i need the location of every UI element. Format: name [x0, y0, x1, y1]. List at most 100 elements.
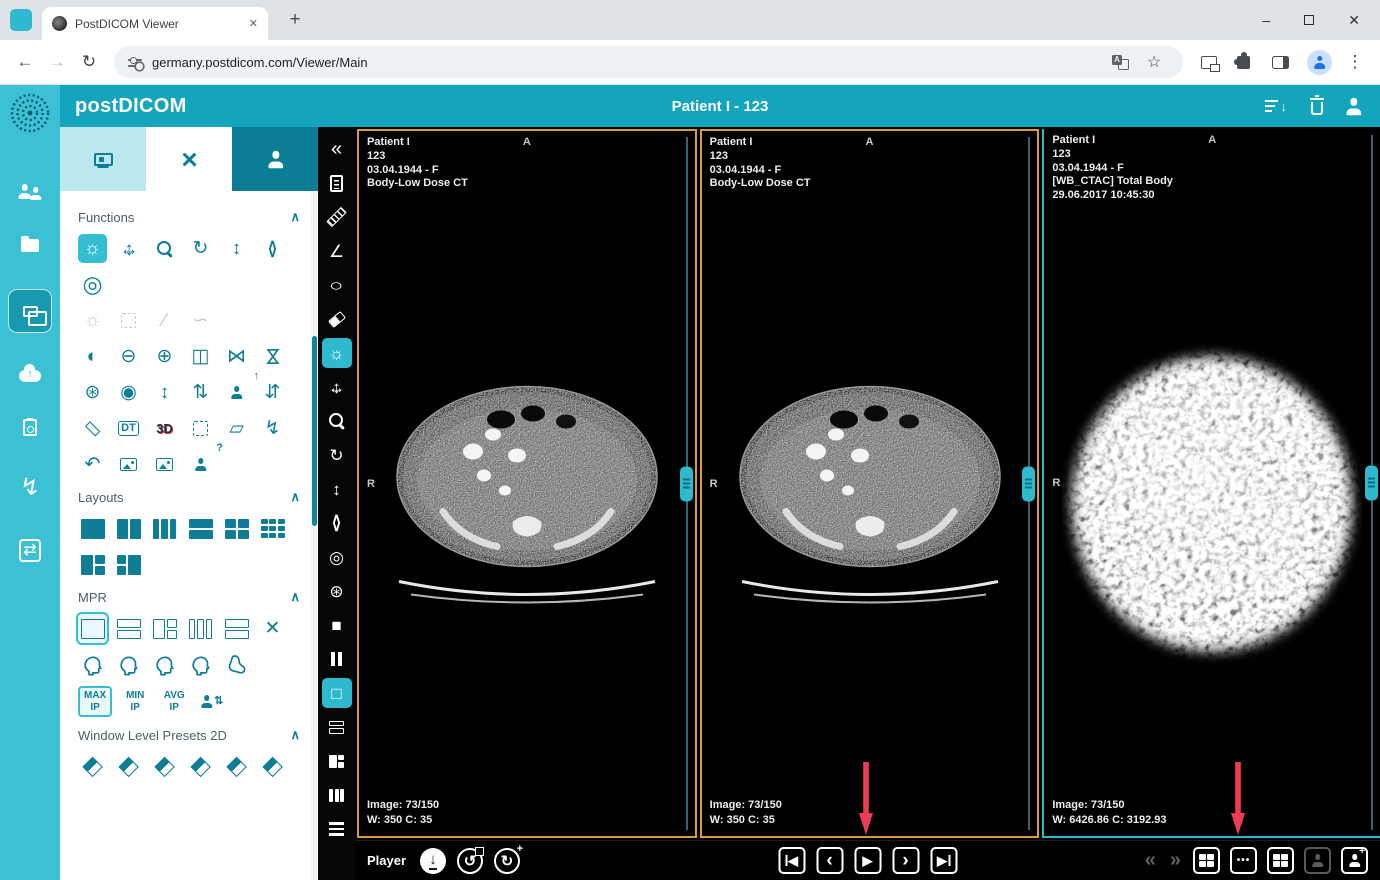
mpr-orientation-button[interactable]: ⇅: [197, 687, 226, 716]
zoom-tool[interactable]: [150, 234, 179, 263]
side-panel-icon[interactable]: [1272, 56, 1289, 69]
mpr-avg-ip-button[interactable]: AVG IP: [158, 688, 190, 715]
sidebar-studies-icon-active[interactable]: [8, 289, 52, 333]
mpr-max-ip-button[interactable]: MAX IP: [78, 686, 112, 717]
collapse-wl-presets-icon[interactable]: ∧: [290, 727, 300, 743]
tab-viewer-settings[interactable]: [60, 127, 146, 191]
ellipse-tool[interactable]: ○: [322, 270, 352, 300]
probe-tool[interactable]: ∕: [150, 306, 179, 335]
sort-series-button[interactable]: ↓: [1265, 99, 1288, 114]
wl-preset-6[interactable]: ◧: [258, 752, 287, 781]
wl-preset-1[interactable]: ◧: [78, 752, 107, 781]
zoom-out-tool[interactable]: ⊖: [114, 342, 143, 371]
viewport-2[interactable]: Patient I 123 03.04.1944 - F Body-Low Do…: [700, 129, 1040, 838]
sync-tool[interactable]: ⊛: [322, 576, 352, 606]
profile-avatar[interactable]: [1307, 50, 1332, 75]
flip-vertical-tool[interactable]: ⋈: [258, 342, 287, 371]
layout-2-1-button[interactable]: [114, 550, 143, 579]
collaboration-button-disabled[interactable]: [1304, 847, 1331, 874]
freehand-tool[interactable]: ∽: [186, 306, 215, 335]
mpr-head-oblique-button[interactable]: [186, 650, 215, 679]
viewport-1[interactable]: Patient I 123 03.04.1944 - F Body-Low Do…: [357, 129, 697, 838]
first-image-button[interactable]: ◀: [778, 847, 805, 874]
wl-preset-4[interactable]: ◧: [186, 752, 215, 781]
more-options-button[interactable]: •••: [1230, 847, 1257, 874]
zoom-in-tool[interactable]: ⊕: [150, 342, 179, 371]
shear-tool[interactable]: ▱: [222, 414, 251, 443]
3d-tool[interactable]: 3D: [150, 414, 179, 443]
window-level-tool-active[interactable]: ☼: [322, 338, 352, 368]
reset-view-button[interactable]: ↺: [457, 848, 483, 874]
measure-tag-tool[interactable]: ▭: [78, 414, 107, 443]
sidebar-upload-icon[interactable]: ↑: [19, 370, 41, 382]
fill-viewport-tool[interactable]: ■: [322, 610, 352, 640]
mpr-axial-button[interactable]: [78, 614, 107, 643]
wl-region-tool[interactable]: ☼: [78, 306, 107, 335]
image-export-tool[interactable]: [150, 450, 179, 479]
maximize-button[interactable]: [1304, 15, 1314, 25]
dt-tool[interactable]: DT: [114, 414, 143, 443]
auto-wl-tool[interactable]: ⊛: [78, 378, 107, 407]
mpr-oblique-button[interactable]: ✕: [258, 614, 287, 643]
bookmark-star-icon[interactable]: ☆: [1139, 47, 1169, 77]
layout-2row-button[interactable]: [186, 514, 215, 543]
mpr-2row-button[interactable]: [114, 614, 143, 643]
rect-select-tool[interactable]: [114, 306, 143, 335]
roi-rect-tool[interactable]: [186, 414, 215, 443]
new-tab-button[interactable]: +: [282, 7, 308, 33]
site-settings-icon[interactable]: [128, 57, 142, 68]
panel-scrollbar[interactable]: [311, 191, 317, 880]
dynamic-tool[interactable]: ↯: [258, 414, 287, 443]
mpr-foot-button[interactable]: [222, 650, 251, 679]
sidebar-patients-icon[interactable]: [18, 185, 42, 202]
patient-query-tool[interactable]: ?: [186, 450, 215, 479]
address-bar[interactable]: germany.postdicom.com/Viewer/Main A ☆: [114, 46, 1183, 78]
tab-close-icon[interactable]: ✕: [249, 17, 258, 30]
add-viewport-right-button[interactable]: [1267, 847, 1294, 874]
sidebar-folders-icon[interactable]: [21, 239, 39, 252]
layout-2row-button[interactable]: [322, 712, 352, 742]
viewport-scroll-handle[interactable]: [1022, 466, 1035, 501]
stack-tool[interactable]: ∧∨: [322, 508, 352, 538]
export-image-button[interactable]: ↓: [420, 848, 446, 874]
fit-vertical-tool[interactable]: ⇅: [186, 378, 215, 407]
crosshair-tool[interactable]: ◎: [322, 542, 352, 572]
account-button[interactable]: [1347, 100, 1360, 113]
back-button[interactable]: ←: [10, 47, 40, 77]
crosshair-tool[interactable]: ◎: [78, 270, 107, 299]
collapse-functions-icon[interactable]: ∧: [290, 209, 300, 225]
tab-patient-info[interactable]: [232, 127, 318, 191]
eraser-tool[interactable]: [322, 304, 352, 334]
mpr-head-coronal-button[interactable]: [114, 650, 143, 679]
wl-preset-5[interactable]: ◧: [222, 752, 251, 781]
rotate-tool[interactable]: ↻: [322, 440, 352, 470]
zoom-tool[interactable]: [322, 406, 352, 436]
stack-tool[interactable]: ∧∨: [258, 234, 287, 263]
viewport-scroll-handle[interactable]: [1365, 465, 1378, 500]
flip-horizontal-tool[interactable]: ⋈: [222, 342, 251, 371]
mpr-head-axial-button[interactable]: [150, 650, 179, 679]
ruler-tool[interactable]: [322, 202, 352, 232]
report-tool[interactable]: [322, 168, 352, 198]
undo-tool[interactable]: ↶: [78, 450, 107, 479]
layout-1-2-button[interactable]: [322, 746, 352, 776]
image-history-tool[interactable]: [114, 450, 143, 479]
sidebar-sync-icon[interactable]: ⇄: [19, 539, 40, 562]
add-user-button[interactable]: +: [1341, 847, 1368, 874]
sync-series-tool[interactable]: ◉: [114, 378, 143, 407]
expand-vertical-tool[interactable]: ↕: [150, 378, 179, 407]
mpr-head-sagittal-button[interactable]: [78, 650, 107, 679]
extensions-icon[interactable]: [1237, 56, 1250, 69]
delete-button[interactable]: [1311, 97, 1323, 115]
layout-3col-button[interactable]: [322, 780, 352, 810]
rotate-tool[interactable]: ↻: [186, 234, 215, 263]
scroll-tool[interactable]: ↕: [222, 234, 251, 263]
collapse-layouts-icon[interactable]: ∧: [290, 489, 300, 505]
mpr-3row-button[interactable]: [222, 614, 251, 643]
next-series-button[interactable]: »: [1168, 849, 1183, 872]
refresh-series-button[interactable]: ↻: [494, 848, 520, 874]
collapse-panel-button[interactable]: «: [322, 134, 352, 164]
compare-tool[interactable]: ◫: [186, 342, 215, 371]
browser-menu-icon[interactable]: ⋮: [1340, 47, 1370, 77]
pan-tool[interactable]: ↔↕: [114, 234, 143, 263]
